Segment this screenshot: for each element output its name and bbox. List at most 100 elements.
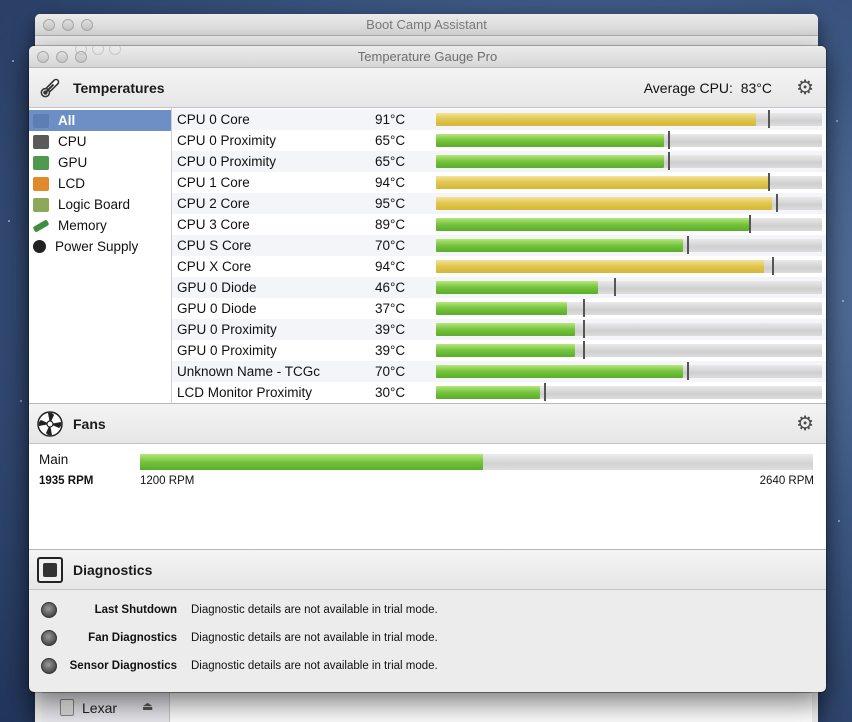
- gear-icon[interactable]: ⚙: [796, 411, 814, 436]
- sidebar-item-label: CPU: [58, 134, 87, 149]
- sensor-value: 39°C: [375, 343, 406, 358]
- temperature-bar: [436, 278, 822, 296]
- fan-current-rpm: 1935 RPM: [39, 475, 94, 487]
- temperature-bar-fill: [436, 386, 541, 399]
- sensor-value: 39°C: [375, 322, 406, 337]
- sensor-value: 89°C: [375, 217, 406, 232]
- table-row[interactable]: CPU 1 Core 94°C: [172, 172, 826, 193]
- sidebar-item-label: LCD: [58, 176, 86, 191]
- temperature-bar: [436, 152, 822, 170]
- drive-icon: [60, 699, 74, 716]
- drive-item-lexar[interactable]: Lexar: [60, 699, 117, 716]
- gear-icon[interactable]: ⚙: [796, 75, 814, 100]
- table-row[interactable]: CPU S Core 70°C: [172, 235, 826, 256]
- display-icon: [33, 113, 49, 128]
- sensor-table: CPU 0 Core 91°C CPU 0 Proximity 65°C CPU 0 P…: [172, 108, 826, 403]
- zoom-button[interactable]: [81, 19, 93, 31]
- table-row[interactable]: GPU 0 Proximity 39°C: [172, 319, 826, 340]
- table-row[interactable]: LCD Monitor Proximity 30°C: [172, 382, 826, 403]
- window-controls: [43, 19, 93, 31]
- diagnostic-row: Sensor Diagnostics Diagnostic details are…: [29, 652, 826, 680]
- temperature-bar: [436, 299, 822, 317]
- temperature-bar-fill: [436, 239, 684, 252]
- drive-label: Lexar: [82, 699, 118, 716]
- temperature-bar: [436, 383, 822, 401]
- sidebar-item-gpu[interactable]: GPU: [29, 152, 171, 173]
- power-icon: [33, 240, 46, 253]
- diagnostic-text: Diagnostic details are not available in …: [191, 604, 438, 616]
- temperature-bar: [436, 110, 822, 128]
- thermometer-icon: [37, 75, 63, 101]
- table-row[interactable]: Unknown Name - TCGc 70°C: [172, 361, 826, 382]
- sensor-name: GPU 0 Diode: [177, 280, 257, 295]
- cpu-icon: [33, 134, 49, 149]
- temperature-bar-fill: [436, 260, 765, 273]
- fan-max-rpm: 2640 RPM: [759, 475, 814, 487]
- table-row[interactable]: GPU 0 Proximity 39°C: [172, 340, 826, 361]
- table-row[interactable]: CPU X Core 94°C: [172, 256, 826, 277]
- minimize-button[interactable]: [62, 19, 74, 31]
- background-star: [836, 120, 838, 122]
- temperature-bar-fill: [436, 365, 684, 378]
- temperature-max-marker: [667, 152, 670, 170]
- temperature-bar: [436, 341, 822, 359]
- diagnostics-header: Diagnostics: [29, 550, 826, 590]
- temperature-bar: [436, 131, 822, 149]
- temperature-bar-fill: [436, 113, 757, 126]
- sensor-name: CPU X Core: [177, 259, 252, 274]
- diagnostic-row: Fan Diagnostics Diagnostic details are no…: [29, 624, 826, 652]
- minimize-button[interactable]: [56, 51, 68, 63]
- gpu-icon: [33, 155, 49, 170]
- background-window-controls: [75, 46, 121, 55]
- diagnostic-text: Diagnostic details are not available in …: [191, 660, 438, 672]
- table-row[interactable]: CPU 0 Core 91°C: [172, 109, 826, 130]
- sensor-name: GPU 0 Diode: [177, 301, 257, 316]
- temperature-max-marker: [582, 299, 585, 317]
- section-title: Diagnostics: [73, 561, 153, 578]
- sensor-value: 94°C: [375, 259, 406, 274]
- window-title: Boot Camp Assistant: [366, 17, 487, 32]
- temperature-bar: [436, 173, 822, 191]
- background-star: [8, 220, 10, 222]
- sensor-name: Unknown Name - TCGc: [177, 364, 321, 379]
- sensor-value: 65°C: [375, 154, 406, 169]
- temperature-gauge-window: Temperature Gauge Pro Temperatures Avera…: [29, 46, 826, 692]
- table-row[interactable]: CPU 0 Proximity 65°C: [172, 130, 826, 151]
- fan-speed-bar: [140, 454, 813, 470]
- temperature-bar-fill: [436, 155, 664, 168]
- table-row[interactable]: GPU 0 Diode 37°C: [172, 298, 826, 319]
- sidebar-item-memory[interactable]: Memory: [29, 215, 171, 236]
- background-control: [75, 46, 87, 55]
- temperature-bar-fill: [436, 281, 599, 294]
- temperature-bar: [436, 194, 822, 212]
- temperature-max-marker: [748, 215, 751, 233]
- temperature-max-marker: [582, 320, 585, 338]
- temperature-bar-fill: [436, 218, 749, 231]
- temperature-bar-fill: [436, 197, 772, 210]
- table-row[interactable]: CPU 2 Core 95°C: [172, 193, 826, 214]
- average-cpu-value: 83°C: [740, 79, 772, 96]
- sidebar-item-all[interactable]: All: [29, 110, 171, 131]
- sidebar-item-power-supply[interactable]: Power Supply: [29, 236, 171, 257]
- fan-min-rpm: 1200 RPM: [140, 475, 195, 487]
- close-button[interactable]: [37, 51, 49, 63]
- boot-camp-titlebar: Boot Camp Assistant: [35, 14, 818, 36]
- table-row[interactable]: GPU 0 Diode 46°C: [172, 277, 826, 298]
- sidebar-item-label: Memory: [58, 218, 107, 233]
- temperature-bar: [436, 320, 822, 338]
- table-row[interactable]: CPU 0 Proximity 65°C: [172, 151, 826, 172]
- sidebar-item-label: Logic Board: [58, 197, 131, 212]
- close-button[interactable]: [43, 19, 55, 31]
- table-row[interactable]: CPU 3 Core 89°C: [172, 214, 826, 235]
- temperature-max-marker: [686, 236, 689, 254]
- sensor-value: 30°C: [375, 385, 406, 400]
- window-title: Temperature Gauge Pro: [357, 49, 498, 64]
- sidebar-item-lcd[interactable]: LCD: [29, 173, 171, 194]
- sensor-value: 46°C: [375, 280, 406, 295]
- sensor-value: 91°C: [375, 112, 406, 127]
- eject-icon[interactable]: ⏏: [142, 699, 153, 713]
- sensor-name: CPU 1 Core: [177, 175, 250, 190]
- sidebar-item-logic-board[interactable]: Logic Board: [29, 194, 171, 215]
- sidebar-item-cpu[interactable]: CPU: [29, 131, 171, 152]
- finder-sidebar: Lexar ⏏: [42, 693, 170, 722]
